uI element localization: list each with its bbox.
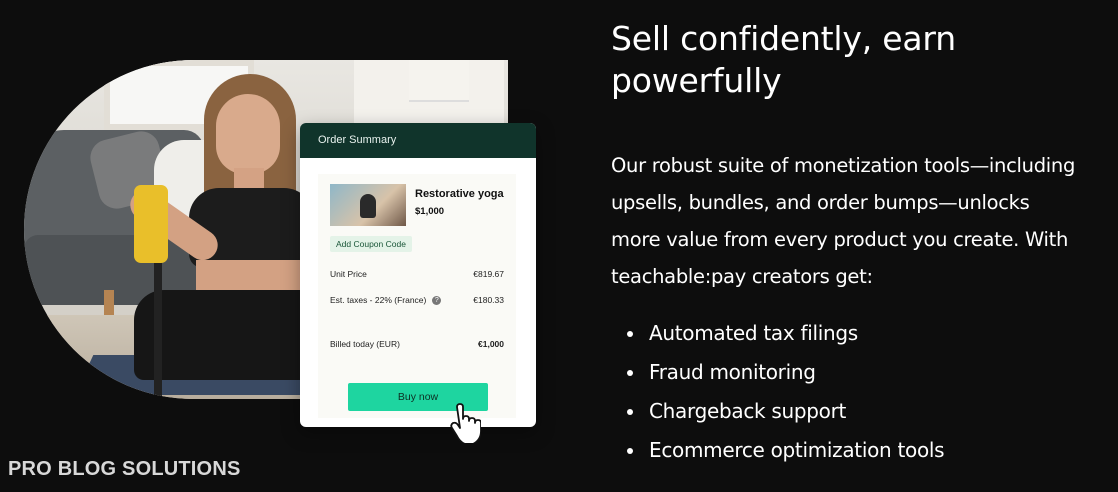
- question-circle-icon[interactable]: ?: [432, 296, 442, 306]
- lamp-shade: [409, 60, 469, 102]
- feature-list: Automated tax filings Fraud monitoring C…: [611, 314, 945, 470]
- order-summary-title: Order Summary: [300, 123, 536, 158]
- order-details: Restorative yoga $1,000 Add Coupon Code …: [318, 174, 516, 418]
- order-summary-card: Order Summary Restorative yoga $1,000 Ad…: [300, 123, 536, 427]
- feature-item: Automated tax filings: [611, 314, 944, 353]
- product-name: Restorative yoga: [415, 188, 504, 200]
- hand-pointer-icon: [450, 403, 481, 443]
- phone: [134, 185, 168, 263]
- product-thumbnail: [330, 184, 406, 226]
- unit-price-value: €819.67: [473, 269, 504, 279]
- product-price: $1,000: [415, 206, 445, 217]
- person-face: [216, 94, 280, 174]
- watermark: PRO BLOG SOLUTIONS: [8, 458, 241, 480]
- feature-item: Fraud monitoring: [611, 353, 944, 392]
- unit-price-row: Unit Price €819.67: [330, 269, 504, 279]
- tax-label: Est. taxes - 22% (France): [330, 295, 427, 305]
- headline: Sell confidently, earn powerfully: [611, 19, 956, 100]
- unit-price-label: Unit Price: [330, 269, 367, 279]
- billed-today-value: €1,000: [478, 339, 504, 349]
- billed-today-label: Billed today (EUR): [330, 339, 400, 349]
- add-coupon-code-link[interactable]: Add Coupon Code: [330, 236, 412, 252]
- tripod: [154, 260, 162, 399]
- body-text: Our robust suite of monetization tools—i…: [611, 154, 1076, 288]
- feature-item: Chargeback support: [611, 392, 944, 431]
- tax-value: €180.33: [473, 295, 504, 305]
- billed-today-row: Billed today (EUR) €1,000: [330, 339, 504, 349]
- tax-row: Est. taxes - 22% (France)? €180.33: [330, 295, 504, 306]
- feature-item: Ecommerce optimization tools: [611, 431, 945, 470]
